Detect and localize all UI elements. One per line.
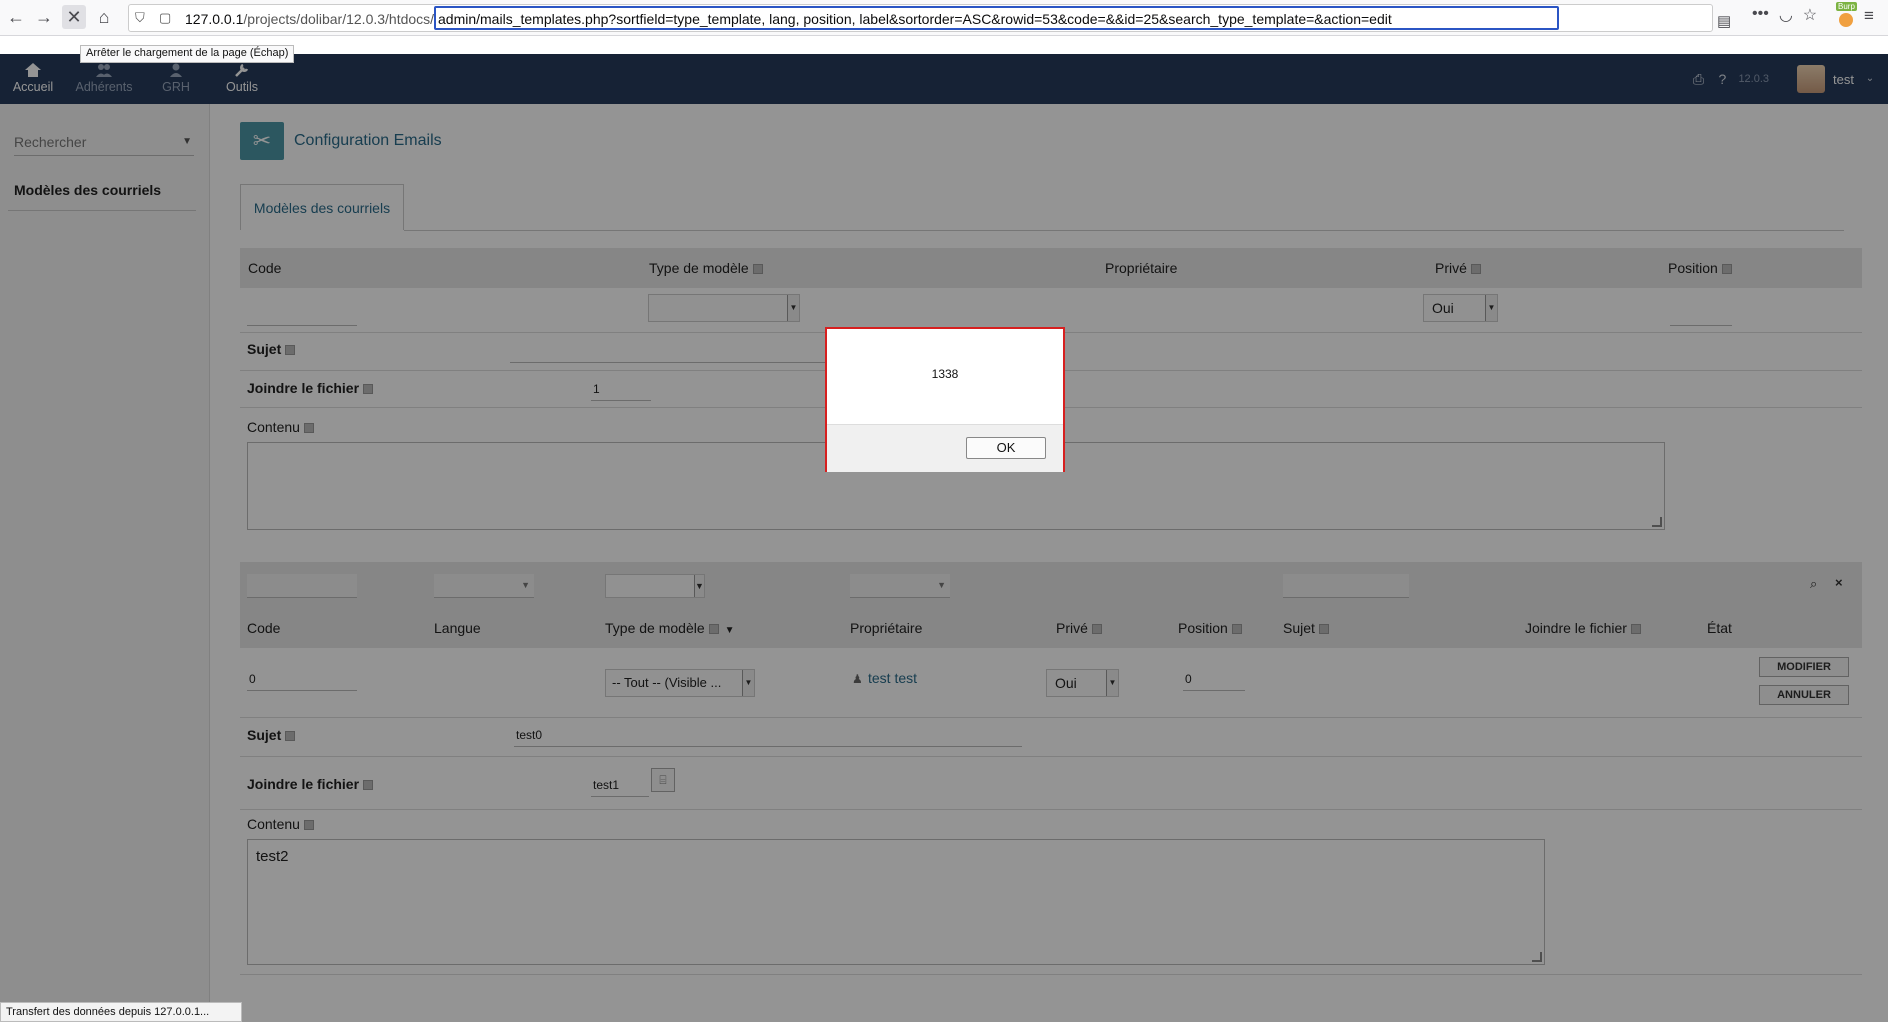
reader-view-icon[interactable]: ▤ bbox=[1717, 12, 1731, 30]
stop-loading-icon[interactable]: ✕ bbox=[62, 5, 86, 29]
page-info-icon[interactable]: ▢ bbox=[159, 10, 173, 26]
url-selected-text[interactable]: admin/mails_templates.php?sortfield=type… bbox=[434, 6, 1559, 30]
pocket-icon[interactable]: ◡ bbox=[1779, 5, 1793, 29]
back-icon[interactable]: ← bbox=[4, 5, 28, 29]
tracking-shield-icon[interactable]: ⛉ bbox=[135, 10, 149, 26]
home-browser-icon[interactable]: ⌂ bbox=[92, 5, 116, 29]
browser-actions: ••• ◡ ☆ bbox=[1752, 5, 1817, 29]
alert-dialog: 1338 OK bbox=[825, 327, 1065, 472]
burp-extension-icon[interactable]: Burp bbox=[1836, 2, 1857, 27]
address-bar[interactable]: ⛉ ▢ 127.0.0.1/projects/dolibar/12.0.3/ht… bbox=[128, 4, 1731, 32]
stop-button-tooltip: Arrêter le chargement de la page (Échap) bbox=[80, 45, 295, 63]
browser-status-bar: Transfert des données depuis 127.0.0.1..… bbox=[0, 1002, 242, 1022]
page-actions-icon[interactable]: ••• bbox=[1752, 5, 1769, 29]
browser-toolbar: ← → ✕ ⌂ ⛉ ▢ 127.0.0.1/projects/dolibar/1… bbox=[0, 0, 1888, 36]
bookmark-star-icon[interactable]: ☆ bbox=[1803, 5, 1817, 29]
url-prefix: 127.0.0.1/projects/dolibar/12.0.3/htdocs… bbox=[185, 11, 435, 27]
hamburger-menu-icon[interactable]: ≡ bbox=[1864, 6, 1874, 26]
alert-message: 1338 bbox=[931, 367, 959, 381]
ok-button[interactable]: OK bbox=[966, 437, 1046, 459]
alert-footer: OK bbox=[827, 424, 1063, 472]
forward-icon[interactable]: → bbox=[32, 5, 56, 29]
modal-overlay bbox=[0, 54, 1888, 1022]
